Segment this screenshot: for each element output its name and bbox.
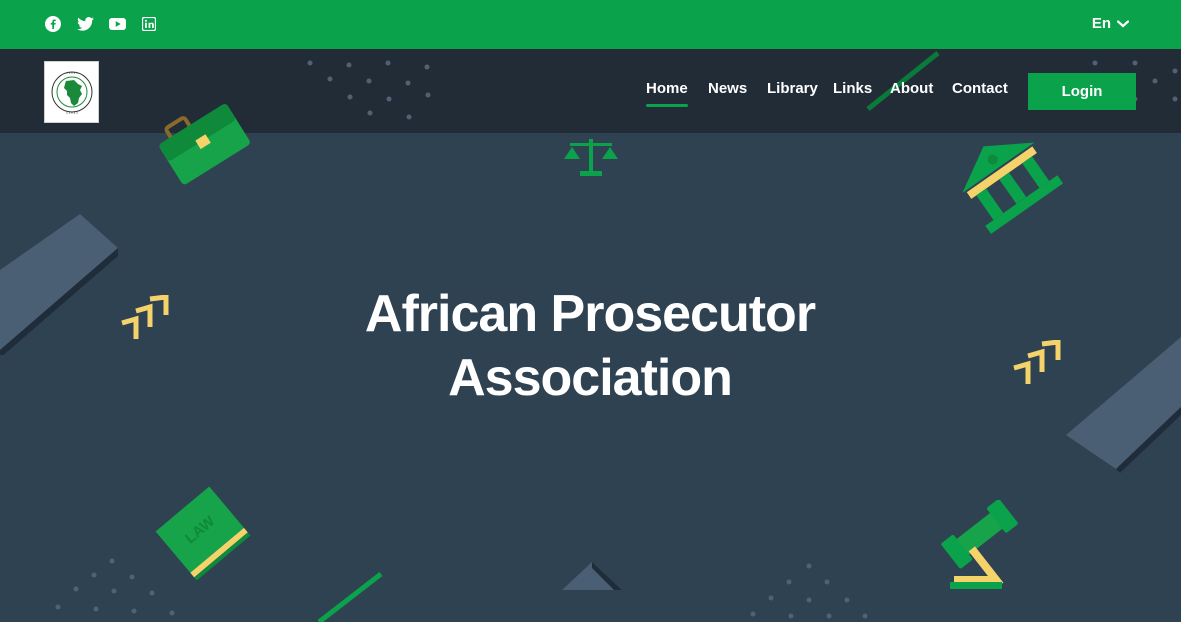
facebook-icon[interactable] <box>44 15 62 33</box>
dots-decoration <box>307 60 431 120</box>
nav-home[interactable]: Home <box>646 80 688 107</box>
chevron-down-icon <box>1116 15 1130 32</box>
linkedin-icon[interactable] <box>140 15 158 33</box>
nav-contact[interactable]: Contact <box>952 80 1008 97</box>
top-bar: En <box>0 0 1181 49</box>
triangle-decoration <box>562 562 622 590</box>
svg-text:• • • • •: • • • • • <box>66 110 78 115</box>
nav-links[interactable]: Links <box>833 80 872 97</box>
hero-title: African Prosecutor Association <box>290 282 890 410</box>
nav-about[interactable]: About <box>890 80 933 97</box>
africa-emblem-icon: • • • • • • • • • • <box>51 70 92 115</box>
hero-title-line-1: African Prosecutor <box>364 285 816 343</box>
dots-decoration <box>55 558 175 616</box>
site-logo[interactable]: • • • • • • • • • • <box>44 61 99 123</box>
twitter-icon[interactable] <box>76 15 94 33</box>
slab-decoration <box>0 214 118 355</box>
nav-news[interactable]: News <box>708 80 747 97</box>
nav-library[interactable]: Library <box>767 80 818 97</box>
chevrons-decoration <box>1013 340 1061 384</box>
social-links <box>44 15 158 33</box>
hero-title-line-2: Association <box>448 349 733 407</box>
login-button[interactable]: Login <box>1028 73 1136 110</box>
language-label: En <box>1091 15 1111 32</box>
youtube-icon[interactable] <box>108 15 126 33</box>
line-decoration <box>317 572 383 622</box>
chevrons-decoration <box>121 295 169 339</box>
dots-decoration <box>750 563 868 619</box>
svg-text:• • • • •: • • • • • <box>66 70 78 75</box>
courthouse-icon <box>962 142 1064 234</box>
slab-decoration <box>1066 337 1181 473</box>
gavel-icon <box>941 500 1018 589</box>
briefcase-icon <box>159 104 250 185</box>
scales-of-justice-icon <box>564 139 618 176</box>
language-selector[interactable]: En <box>1091 15 1130 32</box>
